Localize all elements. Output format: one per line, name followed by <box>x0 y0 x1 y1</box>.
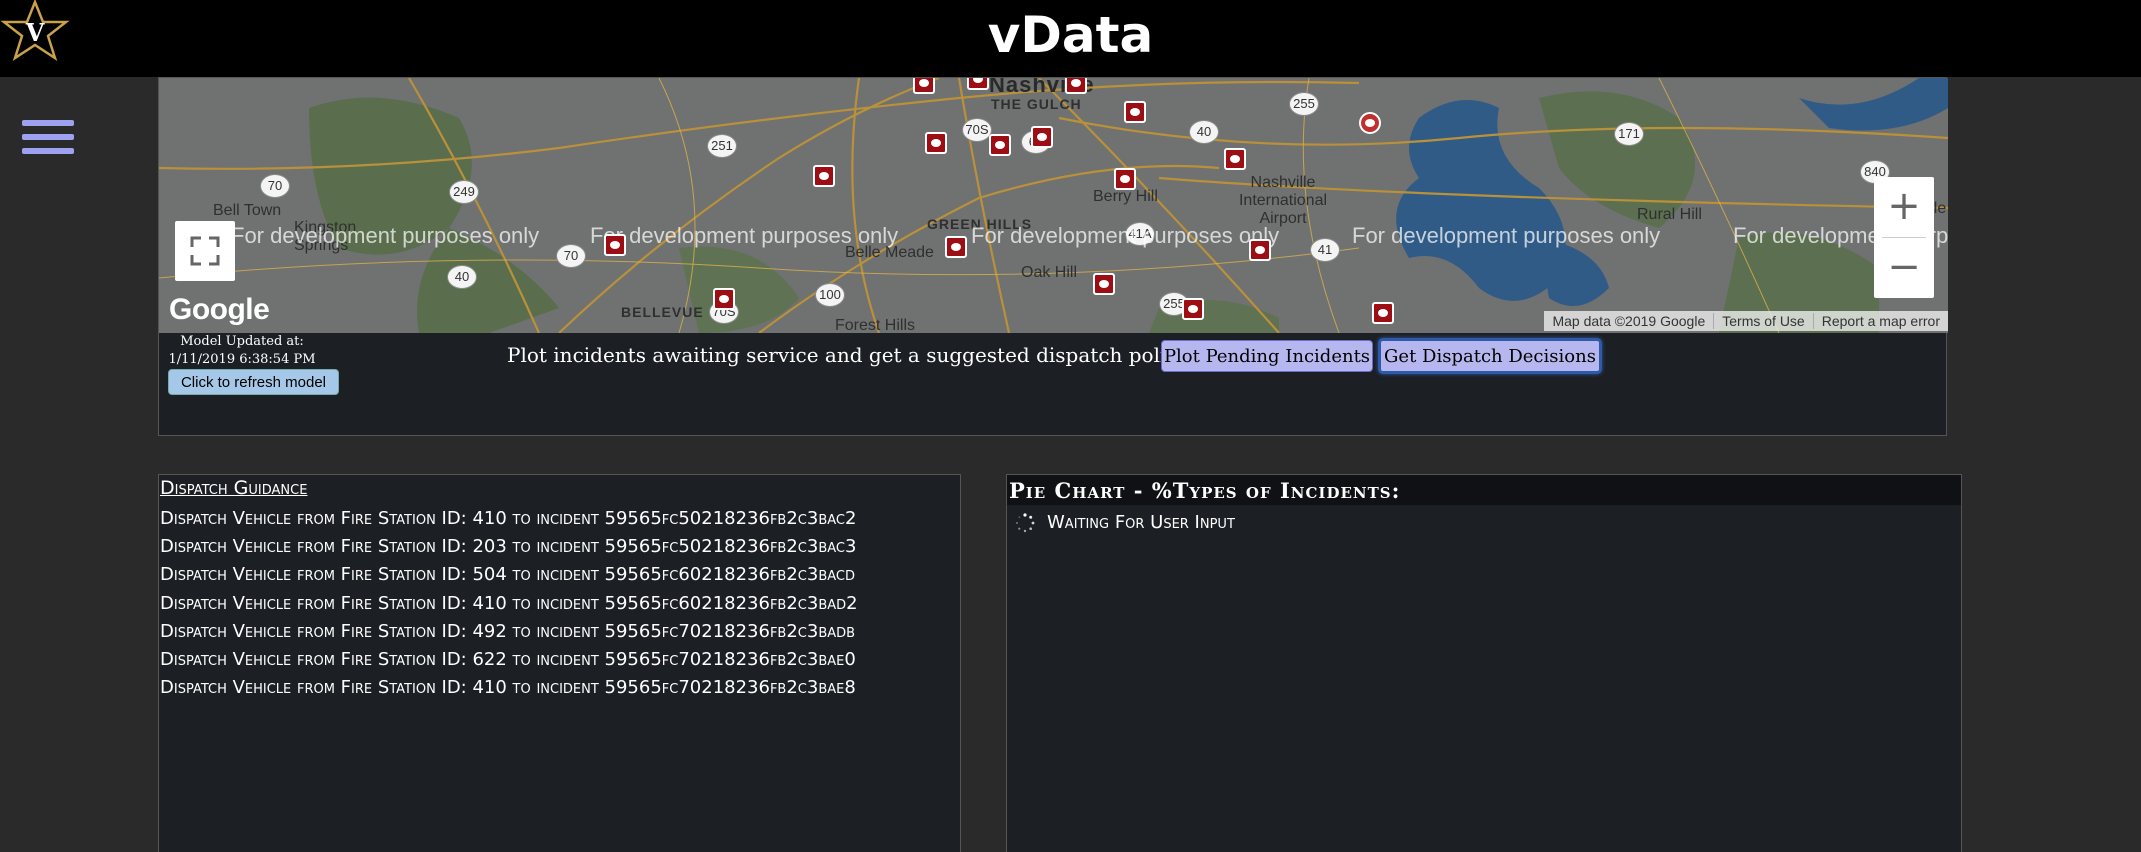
map-label-forest-hills: Forest Hills <box>835 317 916 333</box>
report-map-error-link[interactable]: Report a map error <box>1812 313 1948 329</box>
highway-shield: 70S <box>962 118 992 142</box>
incident-marker[interactable] <box>1359 112 1381 134</box>
terms-of-use-link[interactable]: Terms of Use <box>1713 313 1812 329</box>
zoom-control: + − <box>1874 177 1934 298</box>
map-watermark: For development purposes only <box>590 223 899 248</box>
highway-shield: 41 <box>1310 238 1340 262</box>
incident-map[interactable]: Nashville THE GULCH Bell Town Kingston S… <box>159 78 1948 333</box>
incident-marker[interactable] <box>813 165 835 187</box>
incident-marker[interactable] <box>989 134 1011 156</box>
map-label-berry-hill: Berry Hill <box>1093 188 1158 205</box>
map-label-rural-hill: Rural Hill <box>1637 206 1702 223</box>
list-item: Dispatch Vehicle from Fire Station ID: 6… <box>160 648 856 670</box>
highway-shield: 255 <box>1289 92 1319 116</box>
map-label-the-gulch: THE GULCH <box>991 96 1082 112</box>
model-updated-label: Model Updated at: <box>180 334 304 349</box>
waiting-text: Waiting For User Input <box>1047 512 1235 533</box>
highway-shield: 249 <box>449 180 479 204</box>
waiting-status: Waiting For User Input <box>1015 512 1235 533</box>
map-watermark: For development purposes only <box>971 223 1280 248</box>
model-updated-info: Model Updated at: 1/11/2019 6:38:54 PM <box>167 333 317 369</box>
incident-marker[interactable] <box>1249 239 1271 261</box>
pie-chart-header: Pie Chart - %Types of Incidents: <box>1007 475 1961 505</box>
dispatch-guidance-panel: Dispatch Guidance Dispatch Vehicle from … <box>158 474 961 852</box>
incident-marker[interactable] <box>1224 148 1246 170</box>
plot-prompt-text: Plot incidents awaiting service and get … <box>507 343 1189 367</box>
incident-marker[interactable] <box>604 234 626 256</box>
map-label-bell-town: Bell Town <box>213 202 282 219</box>
app-header: V vData <box>0 0 2141 77</box>
list-item: Dispatch Vehicle from Fire Station ID: 4… <box>160 508 857 529</box>
list-item: Dispatch Vehicle from Fire Station ID: 4… <box>160 677 856 699</box>
incident-marker[interactable] <box>967 78 989 90</box>
map-panel: Nashville THE GULCH Bell Town Kingston S… <box>158 77 1948 436</box>
list-item: Dispatch Vehicle from Fire Station ID: 4… <box>160 620 856 642</box>
google-logo: Google <box>169 293 270 326</box>
map-data-credit: Map data ©2019 Google <box>1552 313 1706 329</box>
incident-marker[interactable] <box>1114 168 1136 190</box>
map-label-airport: Nashville International Airport <box>1238 174 1328 227</box>
refresh-model-button[interactable]: Click to refresh model <box>168 369 339 395</box>
incident-marker[interactable] <box>925 132 947 154</box>
map-attribution: Map data ©2019 Google Terms of Use Repor… <box>1544 311 1948 331</box>
pie-chart-title: Pie Chart - %Types of Incidents: <box>1009 478 1401 503</box>
map-label-bellevue: BELLEVUE <box>621 304 704 320</box>
incident-marker[interactable] <box>1182 298 1204 320</box>
incident-marker[interactable] <box>1093 273 1115 295</box>
highway-shield: 171 <box>1614 122 1644 146</box>
list-item: Dispatch Vehicle from Fire Station ID: 2… <box>160 536 857 558</box>
incident-marker[interactable] <box>713 288 735 310</box>
zoom-in-button[interactable]: + <box>1874 177 1934 237</box>
highway-shield: 40 <box>447 265 477 289</box>
pie-chart-panel: Pie Chart - %Types of Incidents: Waiting… <box>1006 474 1962 852</box>
highway-shield: 100 <box>815 283 845 307</box>
dispatch-guidance-list: Dispatch Vehicle from Fire Station ID: 4… <box>160 505 858 702</box>
fullscreen-icon <box>190 236 220 266</box>
zoom-out-button[interactable]: − <box>1874 238 1934 298</box>
highway-shield: 70 <box>260 174 290 198</box>
app-title: vData <box>987 6 1154 64</box>
highway-shield: 40 <box>1189 120 1219 144</box>
incident-marker[interactable] <box>945 236 967 258</box>
plot-pending-incidents-button[interactable]: Plot Pending Incidents <box>1161 340 1373 372</box>
incident-marker[interactable] <box>1124 101 1146 123</box>
map-watermark: For development purposes only <box>231 223 540 248</box>
loading-spinner-icon <box>1016 512 1035 532</box>
menu-icon[interactable] <box>22 120 74 162</box>
list-item: Dispatch Vehicle from Fire Station ID: 4… <box>160 592 858 614</box>
highway-shield: 251 <box>707 134 737 158</box>
map-label-oak-hill: Oak Hill <box>1021 264 1078 281</box>
incident-marker[interactable] <box>1065 78 1087 94</box>
fullscreen-button[interactable] <box>175 221 235 281</box>
incident-marker[interactable] <box>913 78 935 94</box>
list-item: Dispatch Vehicle from Fire Station ID: 5… <box>160 564 856 586</box>
get-dispatch-decisions-button[interactable]: Get Dispatch Decisions <box>1378 338 1602 374</box>
dispatch-guidance-title: Dispatch Guidance <box>160 477 308 499</box>
model-updated-time: 1/11/2019 6:38:54 PM <box>168 352 316 367</box>
highway-shield: 70 <box>556 244 586 268</box>
incident-marker[interactable] <box>1031 126 1053 148</box>
incident-marker[interactable] <box>1372 302 1394 324</box>
map-watermark: For development purposes only <box>1352 223 1661 248</box>
